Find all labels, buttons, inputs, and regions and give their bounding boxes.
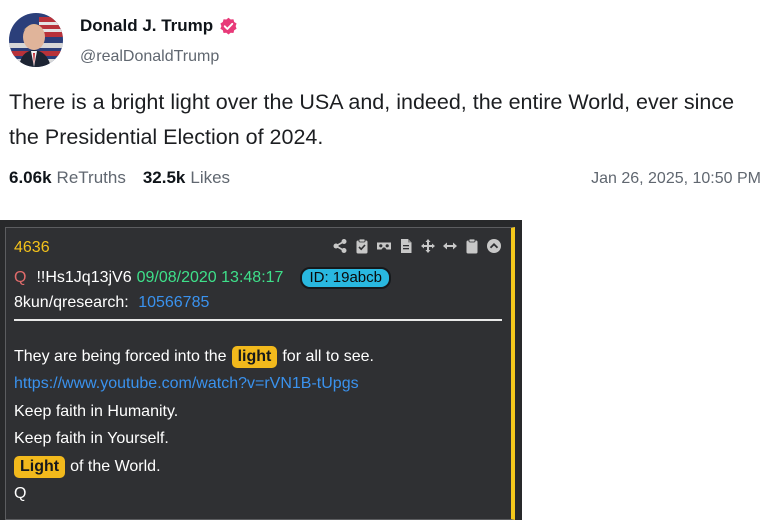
display-name[interactable]: Donald J. Trump bbox=[80, 16, 213, 36]
post-stats: 6.06k ReTruths 32.5k Likes bbox=[9, 168, 230, 188]
q-drop-inner: 4636 Q !!Hs1Jq13jV6 09/08/2020 13:48:17 … bbox=[5, 227, 515, 520]
divider bbox=[14, 319, 502, 321]
retruths-count[interactable]: 6.06k bbox=[9, 168, 52, 188]
move-icon[interactable] bbox=[420, 238, 436, 254]
post-reference-link[interactable]: 10566785 bbox=[138, 294, 209, 311]
retruths-label[interactable]: ReTruths bbox=[57, 168, 126, 188]
board-name: 8kun/qresearch: bbox=[14, 294, 129, 311]
post-timestamp[interactable]: Jan 26, 2025, 10:50 PM bbox=[591, 170, 761, 188]
drop-header: Q !!Hs1Jq13jV6 09/08/2020 13:48:17 ID: 1… bbox=[14, 267, 391, 289]
drop-body: They are being forced into the light for… bbox=[14, 343, 504, 508]
document-icon[interactable] bbox=[398, 238, 414, 254]
line-text: They are being forced into the bbox=[14, 347, 227, 365]
clipboard-check-icon[interactable] bbox=[354, 238, 370, 254]
truth-post: Donald J. Trump @realDonaldTrump There i… bbox=[0, 0, 768, 210]
signature: Q bbox=[14, 485, 27, 503]
chevron-up-circle-icon[interactable] bbox=[486, 238, 502, 254]
drop-datetime: 09/08/2020 13:48:17 bbox=[136, 269, 284, 286]
q-drop-card: 4636 Q !!Hs1Jq13jV6 09/08/2020 13:48:17 … bbox=[0, 220, 522, 520]
highlight-word: Light bbox=[14, 455, 66, 478]
vr-glasses-icon[interactable] bbox=[376, 238, 392, 254]
drop-line: Q bbox=[14, 481, 504, 509]
drop-line: Keep faith in Yourself. bbox=[14, 426, 504, 454]
source-line: 8kun/qresearch: 10566785 bbox=[14, 294, 209, 312]
drop-number: 4636 bbox=[14, 239, 50, 256]
youtube-link[interactable]: https://www.youtube.com/watch?v=rVN1B-tU… bbox=[14, 375, 359, 393]
highlight-word: light bbox=[231, 345, 278, 368]
id-badge[interactable]: ID: 19abcb bbox=[300, 267, 391, 289]
q-name: Q bbox=[14, 269, 27, 286]
verified-badge-icon bbox=[220, 17, 237, 34]
drop-line: Light of the World. bbox=[14, 453, 504, 481]
line-text: for all to see. bbox=[282, 347, 374, 365]
line-text: Keep faith in Humanity. bbox=[14, 402, 179, 420]
handle[interactable]: @realDonaldTrump bbox=[80, 48, 219, 66]
drop-line: https://www.youtube.com/watch?v=rVN1B-tU… bbox=[14, 371, 504, 399]
post-text: There is a bright light over the USA and… bbox=[9, 90, 735, 149]
share-icon[interactable] bbox=[332, 238, 348, 254]
avatar[interactable] bbox=[9, 13, 63, 67]
tripcode: !!Hs1Jq13jV6 bbox=[36, 269, 132, 286]
drop-toolbar bbox=[332, 238, 502, 254]
likes-count[interactable]: 32.5k bbox=[143, 168, 186, 188]
line-text: of the World. bbox=[70, 457, 161, 475]
drop-line: They are being forced into the light for… bbox=[14, 343, 504, 371]
clipboard-icon[interactable] bbox=[464, 238, 480, 254]
line-text: Keep faith in Yourself. bbox=[14, 430, 169, 448]
resize-horizontal-icon[interactable] bbox=[442, 238, 458, 254]
likes-label[interactable]: Likes bbox=[190, 168, 230, 188]
drop-line: Keep faith in Humanity. bbox=[14, 398, 504, 426]
